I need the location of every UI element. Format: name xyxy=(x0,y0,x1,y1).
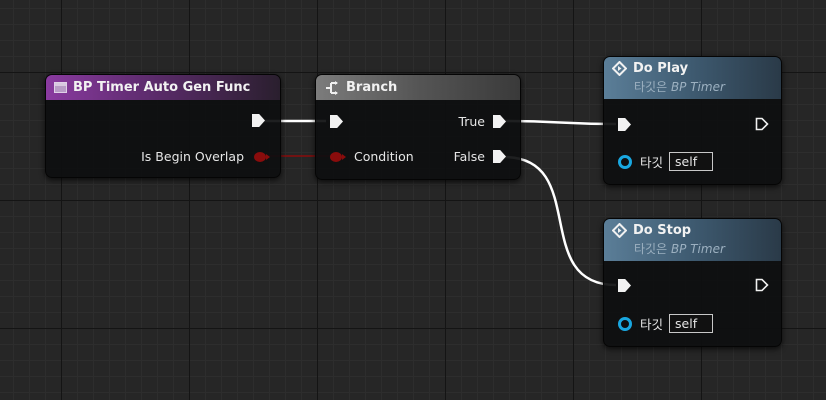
function-entry-header[interactable]: BP Timer Auto Gen Func xyxy=(46,75,280,100)
function-call-diamond-icon xyxy=(612,61,627,76)
do-play-exec-out-pin[interactable] xyxy=(755,117,769,131)
do-stop-node[interactable]: Do Stop 타깃은 BP Timer 타깃 self xyxy=(603,218,782,347)
condition-pin[interactable] xyxy=(330,151,346,162)
do-stop-subtitle-prefix: 타깃은 xyxy=(634,242,671,256)
branch-node[interactable]: Branch True Condition False xyxy=(315,74,521,180)
do-stop-subtitle-target: BP Timer xyxy=(670,242,725,256)
do-stop-header[interactable]: Do Stop 타깃은 BP Timer xyxy=(604,219,781,261)
do-stop-title: Do Stop xyxy=(633,223,692,238)
condition-label: Condition xyxy=(354,149,414,164)
exec-wire-false-to-dostop xyxy=(503,155,617,287)
exec-out-pin[interactable] xyxy=(252,114,265,127)
do-play-subtitle-prefix: 타깃은 xyxy=(634,80,671,94)
function-call-diamond-icon xyxy=(612,223,627,238)
branch-title: Branch xyxy=(346,80,398,95)
function-entry-node[interactable]: BP Timer Auto Gen Func Is Begin Overlap xyxy=(45,74,281,178)
do-stop-subtitle: 타깃은 BP Timer xyxy=(634,240,725,257)
do-play-header[interactable]: Do Play 타깃은 BP Timer xyxy=(604,57,781,99)
function-icon xyxy=(54,82,67,93)
true-label: True xyxy=(458,114,485,129)
branch-header[interactable]: Branch xyxy=(316,75,520,100)
is-begin-overlap-label: Is Begin Overlap xyxy=(141,149,244,164)
branch-icon xyxy=(324,80,340,96)
do-stop-target-input[interactable]: self xyxy=(669,314,714,333)
do-play-node[interactable]: Do Play 타깃은 BP Timer 타깃 self xyxy=(603,56,782,185)
do-stop-exec-in-pin[interactable] xyxy=(618,279,631,292)
is-begin-overlap-pin[interactable] xyxy=(254,151,270,162)
do-play-target-label: 타깃 xyxy=(640,155,664,170)
false-exec-out-pin[interactable] xyxy=(493,150,506,163)
do-stop-target-pin[interactable] xyxy=(618,316,632,331)
false-label: False xyxy=(453,149,485,164)
do-stop-target-label: 타깃 xyxy=(640,317,664,332)
do-play-target-input[interactable]: self xyxy=(669,152,714,171)
do-play-subtitle-target: BP Timer xyxy=(670,80,725,94)
do-stop-exec-out-pin[interactable] xyxy=(755,278,769,292)
do-play-target-pin[interactable] xyxy=(618,154,632,169)
true-exec-out-pin[interactable] xyxy=(493,115,506,128)
do-play-exec-in-pin[interactable] xyxy=(618,118,631,131)
do-play-subtitle: 타깃은 BP Timer xyxy=(634,78,725,95)
do-play-title: Do Play xyxy=(633,61,689,76)
function-entry-title: BP Timer Auto Gen Func xyxy=(73,80,251,95)
branch-exec-in-pin[interactable] xyxy=(330,115,343,128)
